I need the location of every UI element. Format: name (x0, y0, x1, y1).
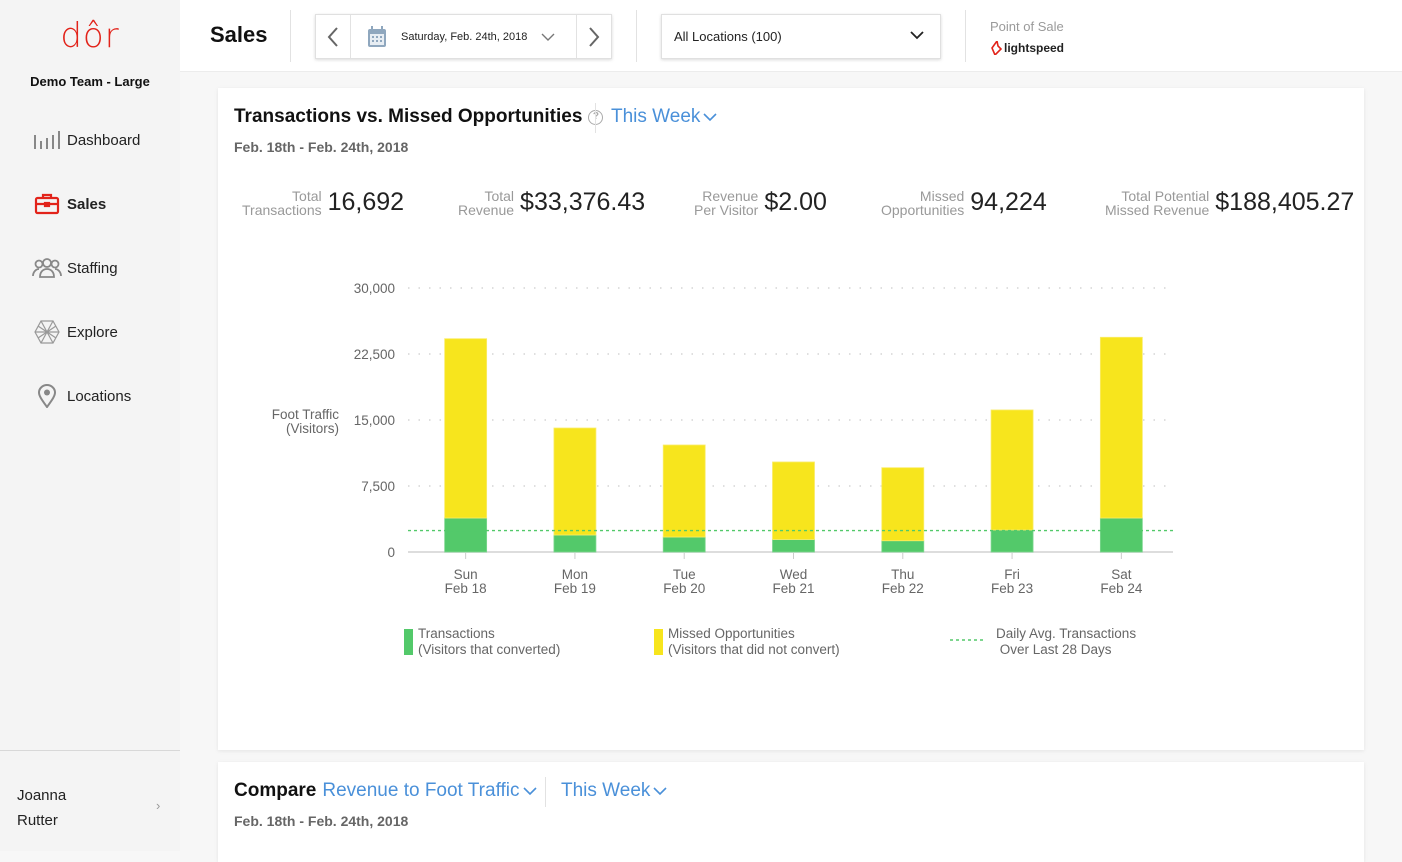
y-tick-label: 7,500 (361, 479, 395, 494)
bar-missed-opportunities[interactable] (444, 338, 488, 519)
people-icon (32, 256, 62, 280)
header-divider (636, 10, 637, 62)
user-first-name: Joanna (17, 787, 67, 804)
compare-title: Compare Revenue to Foot Traffic (234, 780, 537, 802)
sidebar-item-label: Staffing (67, 259, 118, 277)
legend-item-transactions: Transactions (Visitors that converted) (404, 626, 560, 658)
x-tick-label-date: Feb 21 (772, 581, 814, 596)
page-title: Sales (210, 22, 268, 47)
sidebar: dôr Demo Team - Large Dashboard Sales St… (0, 0, 180, 851)
next-day-button[interactable] (576, 15, 611, 58)
team-name: Demo Team - Large (30, 74, 150, 89)
pos-brand-name: lightspeed (1004, 41, 1065, 55)
x-tick-label-day: Thu (891, 567, 914, 582)
bar-transactions[interactable] (662, 536, 706, 553)
title-divider (545, 777, 546, 807)
sidebar-divider (0, 750, 180, 751)
x-tick-label-day: Wed (780, 567, 808, 582)
sidebar-item-dashboard[interactable]: Dashboard (32, 125, 140, 155)
x-tick-label-date: Feb 20 (663, 581, 705, 596)
pos-label: Point of Sale (990, 19, 1064, 34)
y-tick-label: 22,500 (354, 347, 395, 362)
location-select[interactable]: All Locations (100) (661, 14, 941, 59)
sidebar-item-sales[interactable]: Sales (32, 189, 106, 219)
sidebar-item-label: Locations (67, 387, 132, 405)
y-axis-label: (Visitors) (286, 421, 339, 436)
x-tick-label-date: Feb 24 (1100, 581, 1143, 596)
foot-traffic-chart: 07,50015,00022,50030,000SunFeb 18MonFeb … (272, 281, 1173, 596)
map-pin-icon (32, 384, 62, 408)
header-divider (965, 10, 966, 62)
chevron-down-icon (653, 786, 667, 795)
logo: dôr (60, 16, 120, 56)
hexagon-icon (32, 320, 62, 344)
x-tick-label-day: Sun (454, 567, 478, 582)
x-tick-label-date: Feb 23 (991, 581, 1033, 596)
header: Sales Saturday, Feb. 24th, 2018 All Loca… (180, 0, 1402, 72)
legend-swatch (654, 629, 663, 655)
x-tick-label-date: Feb 19 (554, 581, 596, 596)
sidebar-item-explore[interactable]: Explore (32, 317, 118, 347)
previous-day-button[interactable] (316, 15, 351, 58)
bar-transactions[interactable] (1099, 517, 1143, 553)
compare-metric-dropdown[interactable]: Revenue to Foot Traffic (322, 780, 537, 802)
bar-transactions[interactable] (553, 534, 597, 553)
period-dropdown-label: This Week (561, 780, 651, 801)
user-last-name: Rutter (17, 812, 58, 829)
briefcase-icon (32, 192, 62, 216)
sidebar-item-label: Explore (67, 323, 118, 341)
bar-missed-opportunities[interactable] (990, 409, 1034, 531)
compare-card: Compare Revenue to Foot Traffic This Wee… (218, 762, 1364, 862)
sidebar-item-staffing[interactable]: Staffing (32, 253, 118, 283)
bar-transactions[interactable] (990, 529, 1034, 553)
compare-label: Compare (234, 780, 317, 801)
bar-missed-opportunities[interactable] (553, 427, 597, 536)
y-tick-label: 30,000 (354, 281, 395, 296)
bar-transactions[interactable] (881, 540, 925, 553)
bar-missed-opportunities[interactable] (1099, 336, 1143, 519)
date-range: Feb. 18th - Feb. 24th, 2018 (234, 813, 409, 829)
user-menu[interactable]: Joanna Rutter (17, 783, 167, 833)
bar-missed-opportunities[interactable] (772, 461, 815, 540)
compare-period-dropdown[interactable]: This Week (561, 780, 667, 802)
x-tick-label-day: Tue (673, 567, 696, 582)
x-tick-label-day: Sat (1111, 567, 1132, 582)
sidebar-item-locations[interactable]: Locations (32, 381, 131, 411)
chevron-down-icon (910, 31, 924, 40)
chevron-down-icon (541, 33, 555, 41)
sidebar-item-label: Dashboard (67, 131, 141, 149)
legend-item-daily-avg: Daily Avg. Transactions Over Last 28 Day… (950, 626, 1136, 658)
bar-missed-opportunities[interactable] (881, 467, 925, 542)
chevron-left-icon (327, 26, 338, 47)
bar-transactions[interactable] (444, 517, 488, 553)
bar-transactions[interactable] (772, 539, 815, 553)
lightspeed-flame-icon (991, 41, 1002, 55)
y-tick-label: 0 (387, 545, 395, 560)
legend-swatch (404, 629, 413, 655)
transactions-card: Transactions vs. Missed Opportunities ? … (218, 88, 1364, 750)
chevron-right-icon[interactable]: › (156, 798, 160, 813)
bar-chart-icon (32, 128, 62, 152)
x-tick-label-day: Fri (1004, 567, 1020, 582)
legend-dashed-line (950, 639, 984, 641)
y-tick-label: 15,000 (354, 413, 395, 428)
chevron-right-icon (589, 26, 600, 47)
x-tick-label-date: Feb 18 (445, 581, 487, 596)
date-picker: Saturday, Feb. 24th, 2018 (315, 14, 612, 59)
date-dropdown[interactable]: Saturday, Feb. 24th, 2018 (351, 15, 576, 58)
compare-metric-label: Revenue to Foot Traffic (322, 780, 520, 801)
x-tick-label-day: Mon (562, 567, 588, 582)
location-select-value: All Locations (100) (674, 29, 782, 44)
sidebar-item-label: Sales (67, 195, 107, 213)
selected-date: Saturday, Feb. 24th, 2018 (401, 30, 528, 43)
calendar-icon (368, 25, 386, 47)
x-tick-label-date: Feb 22 (882, 581, 924, 596)
chevron-down-icon (522, 786, 537, 795)
legend-item-missed: Missed Opportunities (Visitors that did n… (654, 626, 840, 658)
bar-missed-opportunities[interactable] (662, 444, 706, 538)
header-divider (290, 10, 291, 62)
y-axis-label: Foot Traffic (272, 407, 340, 422)
pos-brand: lightspeed (991, 41, 1064, 55)
